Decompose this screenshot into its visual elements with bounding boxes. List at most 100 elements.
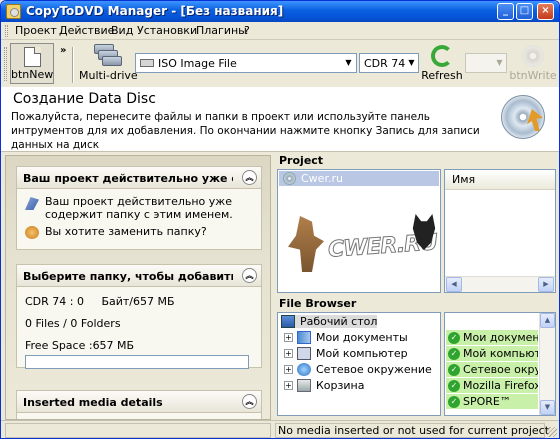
recycle-bin-icon	[297, 379, 311, 392]
check-icon: ✓	[448, 396, 460, 408]
files-folders-count: 0 Files / 0 Folders	[25, 317, 121, 330]
check-icon: ✓	[448, 364, 460, 376]
project-file-list[interactable]: Имя ◀ ▶	[444, 169, 556, 293]
warning-group-header[interactable]: Ваш проект действительно уже содерж ︽	[17, 167, 261, 189]
write-speed-select: ▼	[465, 53, 507, 73]
new-button[interactable]: btnNew	[10, 43, 54, 84]
task-pane: Ваш проект действительно уже содерж ︽ Ва…	[5, 155, 271, 420]
minimize-button[interactable]: _	[497, 3, 514, 20]
check-icon: ✓	[448, 380, 460, 392]
file-browser-tree[interactable]: Рабочий стол + Мои документы + Мой компь…	[277, 312, 441, 416]
file-browser-list[interactable]: ✓ Мои документы ✓ Мой компьютер ✓ Сетево…	[444, 312, 556, 416]
refresh-label: Refresh	[421, 69, 463, 82]
menu-project[interactable]: Проект	[15, 24, 57, 37]
desktop-icon	[281, 315, 295, 328]
menubar-grip[interactable]	[5, 25, 8, 37]
info-icon	[25, 197, 39, 210]
computer-icon	[297, 347, 311, 360]
select-folder-header[interactable]: Выберите папку, чтобы добавить ︽	[17, 265, 261, 287]
list-item[interactable]: ✓ Мой компьютер	[446, 346, 538, 361]
network-globe-icon	[297, 363, 311, 376]
toolbar-grip[interactable]	[4, 47, 7, 81]
tree-node-my-computer[interactable]: + Мой компьютер	[284, 346, 408, 361]
maximize-button[interactable]: □	[516, 3, 533, 20]
capacity-value: CDR 74	[364, 57, 406, 70]
collapse-icon[interactable]: ︽	[242, 170, 257, 185]
list-item[interactable]: ✓ Сетевое окружение	[446, 362, 538, 377]
list-item[interactable]: ✓ Мои документы	[446, 330, 538, 345]
title-bar[interactable]: CopyToDVD Manager - [Без названия] _ □ ×	[1, 1, 559, 22]
coyote-mascot-icon	[288, 216, 324, 272]
file-browser-title: File Browser	[279, 297, 357, 310]
media-group: Inserted media details ︽	[16, 390, 262, 419]
collapse-icon[interactable]: ︽	[242, 394, 257, 409]
list-item[interactable]: ✓ Mozilla Firefox	[446, 378, 538, 393]
multi-drive-icon	[94, 44, 122, 66]
collapse-icon[interactable]: ︽	[242, 268, 257, 283]
chevron-down-icon[interactable]: ▼	[405, 54, 418, 72]
write-button[interactable]: btnWrite	[509, 43, 557, 84]
warning-question: Вы хотите заменить папку?	[45, 225, 207, 238]
media-group-header[interactable]: Inserted media details ︽	[17, 391, 261, 413]
multi-drive-button[interactable]: Multi-drive	[79, 43, 138, 84]
chevron-down-icon: ▼	[493, 54, 506, 72]
toolbar-more-chevron-icon[interactable]: »	[60, 45, 66, 56]
menu-action[interactable]: Действие	[59, 24, 114, 37]
new-document-icon	[24, 47, 41, 67]
tree-node-recycle-bin[interactable]: + Корзина	[284, 378, 364, 393]
capacity-select[interactable]: CDR 74 ▼	[359, 53, 419, 73]
status-media-message: No media inserted or not used for curren…	[275, 423, 549, 438]
select-folder-title: Выберите папку, чтобы добавить	[23, 270, 233, 283]
scroll-left-icon[interactable]: ◀	[446, 277, 462, 292]
free-space: Free Space :657 МБ	[25, 339, 135, 352]
tree-node-desktop[interactable]: Рабочий стол	[281, 314, 378, 329]
menu-help[interactable]: ?	[244, 24, 250, 37]
image-type-value: ISO Image File	[158, 57, 237, 70]
resize-grip-icon[interactable]	[547, 427, 557, 437]
column-header-name[interactable]: Имя	[445, 170, 555, 190]
warning-group-title: Ваш проект действительно уже содерж	[23, 172, 233, 185]
close-button[interactable]: ×	[537, 3, 554, 20]
wizard-header: Создание Data Disc Пожалуйста, перенесит…	[1, 87, 559, 152]
app-window: CopyToDVD Manager - [Без названия] _ □ ×…	[0, 0, 560, 439]
expand-icon[interactable]: +	[284, 333, 293, 342]
refresh-button[interactable]: Refresh	[421, 43, 463, 84]
page-title: Создание Data Disc	[13, 91, 156, 107]
project-tree[interactable]: Cwer.ru CWER.RU	[277, 169, 441, 293]
status-bar: No media inserted or not used for curren…	[1, 420, 559, 438]
multi-drive-label: Multi-drive	[79, 69, 138, 82]
image-type-select[interactable]: ISO Image File ▼	[135, 53, 357, 73]
drive-icon	[140, 59, 154, 67]
expand-icon[interactable]: +	[284, 381, 293, 390]
question-icon	[25, 226, 39, 239]
app-disc-icon	[6, 4, 21, 19]
select-folder-group: Выберите папку, чтобы добавить ︽ CDR 74 …	[16, 264, 262, 369]
write-label: btnWrite	[509, 69, 557, 82]
media-group-title: Inserted media details	[23, 396, 163, 409]
header-description: Пожалуйста, перенесите файлы и папки в п…	[11, 111, 480, 151]
scroll-up-icon[interactable]: ▲	[540, 313, 555, 328]
status-cell-left	[5, 423, 271, 438]
vertical-scrollbar[interactable]: ▲ ▼	[539, 313, 555, 415]
scroll-right-icon[interactable]: ▶	[538, 277, 554, 292]
menu-bar: Проект Действие Вид Установки Плагины ?	[1, 22, 559, 40]
window-title: CopyToDVD Manager - [Без названия]	[26, 4, 284, 18]
project-panel-title: Project	[279, 154, 324, 167]
scroll-down-icon[interactable]: ▼	[540, 400, 555, 415]
refresh-icon	[431, 45, 453, 67]
menu-view[interactable]: Вид	[111, 24, 133, 37]
project-root-label: Cwer.ru	[301, 172, 343, 185]
tree-node-network[interactable]: + Сетевое окружение	[284, 362, 432, 377]
list-item[interactable]: ✓ SPORE™	[446, 394, 538, 409]
expand-icon[interactable]: +	[284, 349, 293, 358]
disc-write-icon	[522, 45, 544, 67]
cd-icon	[283, 172, 296, 185]
tree-node-my-documents[interactable]: + Мои документы	[284, 330, 408, 345]
project-root-node[interactable]: Cwer.ru	[279, 171, 439, 186]
check-icon: ✓	[448, 348, 460, 360]
menu-settings[interactable]: Установки	[137, 24, 197, 37]
expand-icon[interactable]: +	[284, 365, 293, 374]
horizontal-scrollbar[interactable]: ◀ ▶	[445, 276, 555, 292]
menu-plugins[interactable]: Плагины	[196, 24, 247, 37]
chevron-down-icon[interactable]: ▼	[341, 54, 356, 72]
